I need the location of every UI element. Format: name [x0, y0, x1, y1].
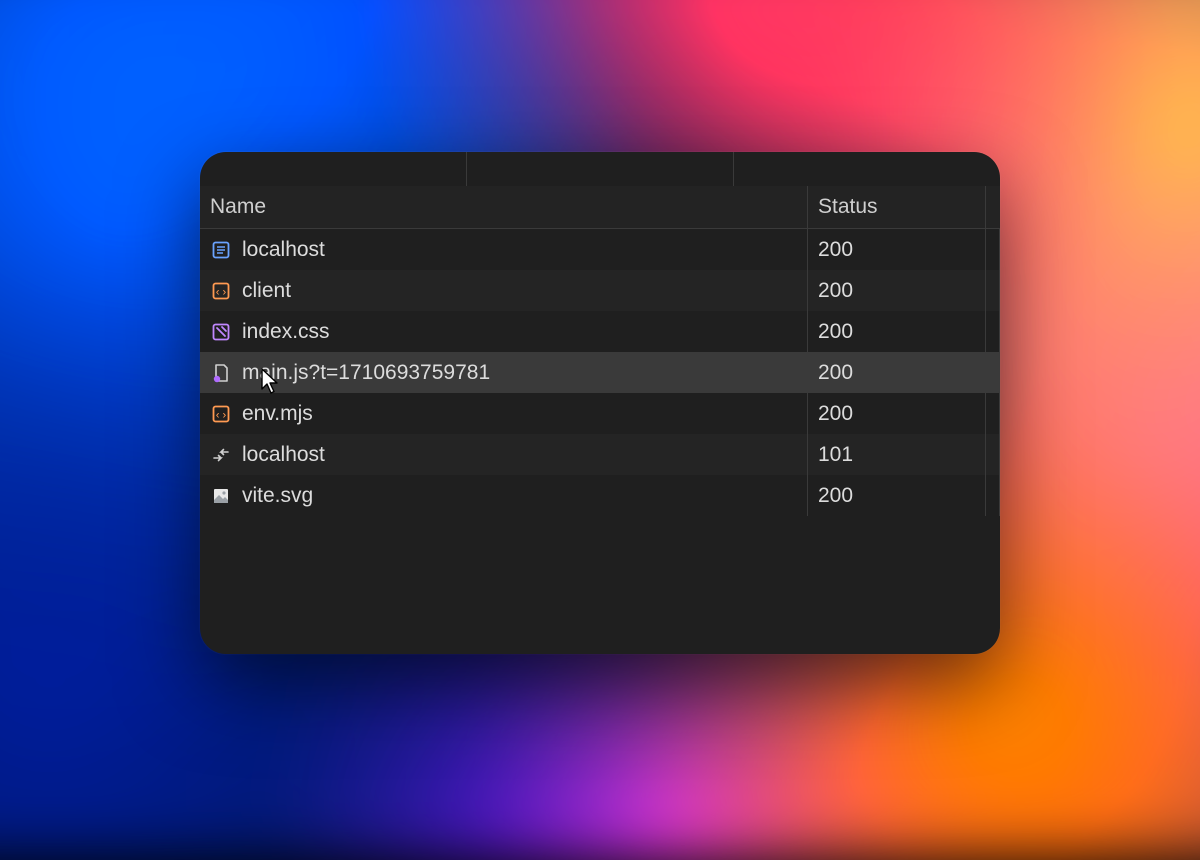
- svg-text:‹›: ‹›: [214, 287, 227, 299]
- panel-tab[interactable]: [734, 152, 1000, 186]
- request-status: 200: [808, 475, 986, 516]
- panel-tab-strip: [200, 152, 1000, 187]
- request-name: main.js?t=1710693759781: [242, 361, 490, 385]
- devtools-network-panel: Name Status localhost: [200, 152, 1000, 654]
- request-name: client: [242, 279, 291, 303]
- request-extra: [986, 311, 1000, 352]
- column-header-status[interactable]: Status: [808, 186, 986, 228]
- request-name: localhost: [242, 443, 325, 467]
- table-row[interactable]: main.js?t=1710693759781 200: [200, 352, 1000, 393]
- request-extra: [986, 393, 1000, 434]
- column-header-next[interactable]: [986, 186, 1000, 228]
- request-status: 200: [808, 352, 986, 393]
- table-body: localhost 200 ‹› client 200: [200, 229, 1000, 516]
- request-status: 200: [808, 270, 986, 311]
- document-icon: [210, 239, 232, 261]
- table-row[interactable]: ‹› env.mjs 200: [200, 393, 1000, 434]
- request-extra: [986, 434, 1000, 475]
- request-extra: [986, 352, 1000, 393]
- column-header-name[interactable]: Name: [200, 186, 808, 228]
- request-status: 200: [808, 229, 986, 270]
- network-request-table: Name Status localhost: [200, 186, 1000, 654]
- websocket-icon: [210, 444, 232, 466]
- request-name: env.mjs: [242, 402, 313, 426]
- request-extra: [986, 229, 1000, 270]
- js-module-icon: [210, 362, 232, 384]
- request-name: index.css: [242, 320, 330, 344]
- request-status: 101: [808, 434, 986, 475]
- request-status: 200: [808, 311, 986, 352]
- script-icon: ‹›: [210, 280, 232, 302]
- table-row[interactable]: localhost 101: [200, 434, 1000, 475]
- panel-tab[interactable]: [200, 152, 467, 186]
- table-row[interactable]: localhost 200: [200, 229, 1000, 270]
- table-row[interactable]: index.css 200: [200, 311, 1000, 352]
- request-status: 200: [808, 393, 986, 434]
- request-name: localhost: [242, 238, 325, 262]
- svg-text:‹›: ‹›: [214, 410, 227, 422]
- table-row[interactable]: vite.svg 200: [200, 475, 1000, 516]
- image-icon: [210, 485, 232, 507]
- stylesheet-icon: [210, 321, 232, 343]
- table-header-row: Name Status: [200, 186, 1000, 229]
- request-extra: [986, 270, 1000, 311]
- table-row[interactable]: ‹› client 200: [200, 270, 1000, 311]
- panel-tab[interactable]: [467, 152, 734, 186]
- request-extra: [986, 475, 1000, 516]
- script-icon: ‹›: [210, 403, 232, 425]
- request-name: vite.svg: [242, 484, 313, 508]
